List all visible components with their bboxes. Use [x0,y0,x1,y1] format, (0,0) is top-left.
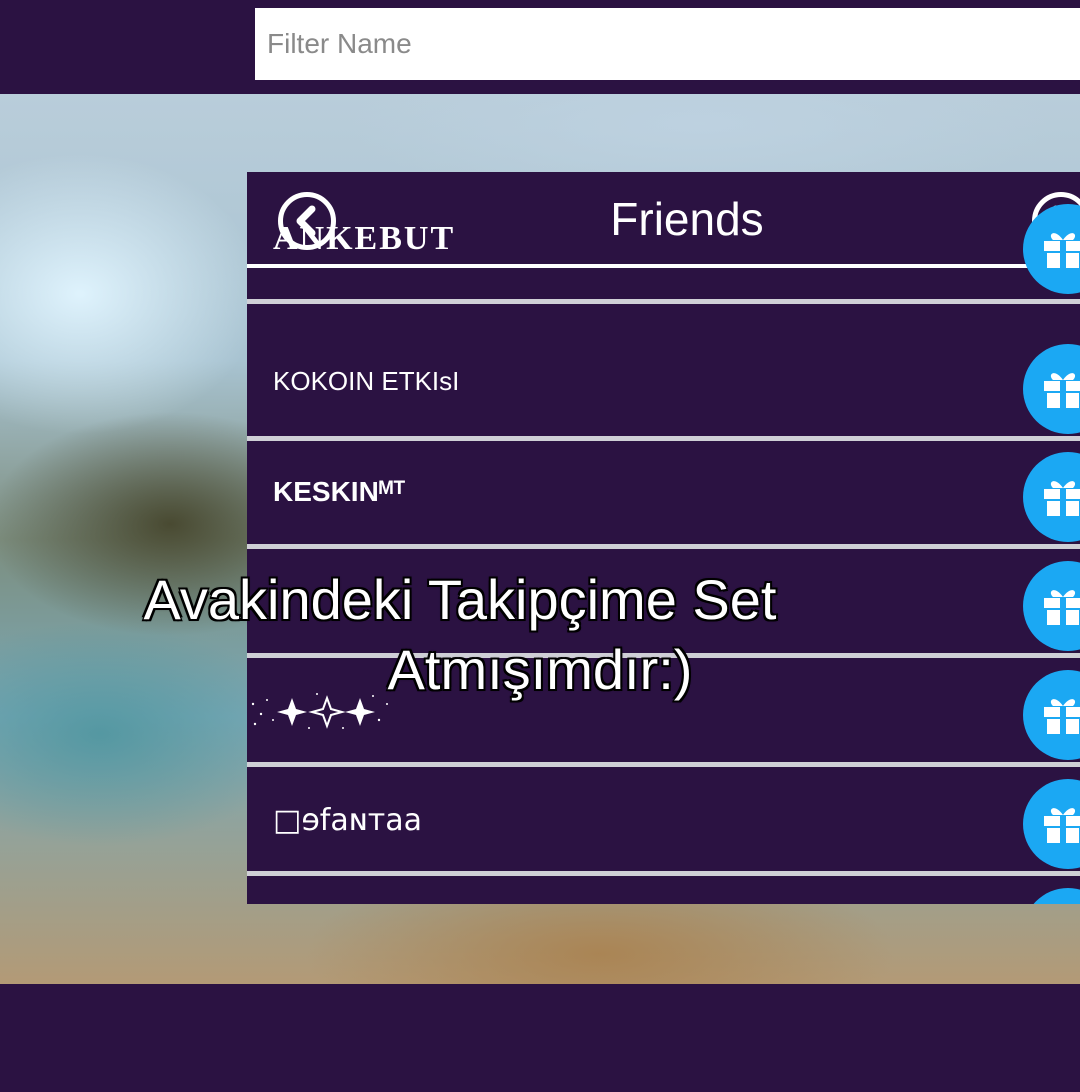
top-bar [0,0,1080,94]
friend-row [247,878,1080,904]
gift-button[interactable] [1023,344,1080,434]
bottom-bar [0,984,1080,1092]
friend-name: KESKINᴹᵀ [273,476,406,507]
caption-line-2: Atmışımdır:) [387,637,694,702]
gift-button[interactable] [1023,452,1080,542]
friend-row: □ɘfaɴтaa [247,769,1080,876]
friend-row: KOKOIN ETKIsI [247,334,1080,441]
filter-name-input[interactable] [255,8,1080,80]
friends-panel: Friends ANKEBUT KOKOIN ETKIsI KESKINᴹᵀ □… [247,172,1080,904]
caption-line-1: Avakindeki Takipçime Set [143,567,778,632]
video-caption: Avakindeki Takipçime Set Atmışımdır:) [0,565,1080,705]
gift-button[interactable] [1023,888,1080,904]
gift-icon [1044,233,1080,268]
friend-name: KOKOIN ETKIsI [273,366,460,396]
gift-icon [1044,373,1080,408]
friend-name: □ɘfaɴтaa [273,803,423,838]
gift-icon [1044,808,1080,843]
gift-icon [1044,481,1080,516]
friend-name: ANKEBUT [273,220,456,257]
friend-row: KESKINᴹᵀ [247,442,1080,549]
friend-row: ANKEBUT [247,204,1080,304]
gift-button[interactable] [1023,779,1080,869]
